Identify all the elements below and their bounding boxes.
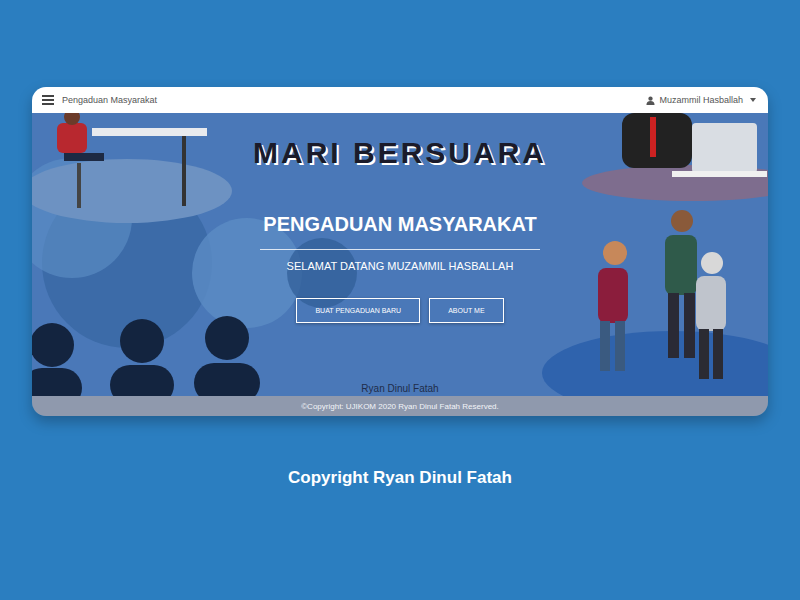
welcome-text: SELAMAT DATANG MUZAMMIL HASBALLAH — [287, 260, 514, 272]
page: Pengaduan Masyarakat Muzammil Hasballah … — [0, 0, 800, 600]
hero: MARI BERSUARA PENGADUAN MASYARAKAT SELAM… — [32, 113, 768, 396]
divider — [260, 249, 540, 250]
footer: ©Copyright: UJIKOM 2020 Ryan Dinul Fatah… — [32, 396, 768, 416]
menu-icon[interactable] — [42, 95, 54, 105]
user-name: Muzammil Hasballah — [659, 95, 743, 105]
logo: MARI BERSUARA — [253, 135, 547, 171]
user-icon — [646, 96, 655, 105]
caret-icon — [750, 98, 756, 102]
user-menu[interactable]: Muzammil Hasballah — [646, 95, 756, 105]
copyright-text: ©Copyright: UJIKOM 2020 Ryan Dinul Fatah… — [301, 402, 499, 411]
hero-title: PENGADUAN MASYARAKAT — [263, 211, 536, 237]
app-window: Pengaduan Masyarakat Muzammil Hasballah … — [32, 87, 768, 416]
hero-button[interactable]: BUAT PENGADUAN BARU — [296, 298, 420, 323]
navbar-title[interactable]: Pengaduan Masyarakat — [62, 95, 157, 105]
author: Ryan Dinul Fatah — [361, 383, 438, 394]
navbar: Pengaduan Masyarakat Muzammil Hasballah — [32, 87, 768, 113]
caption: Copyright Ryan Dinul Fatah — [288, 468, 512, 488]
hero-button[interactable]: ABOUT ME — [429, 298, 503, 323]
